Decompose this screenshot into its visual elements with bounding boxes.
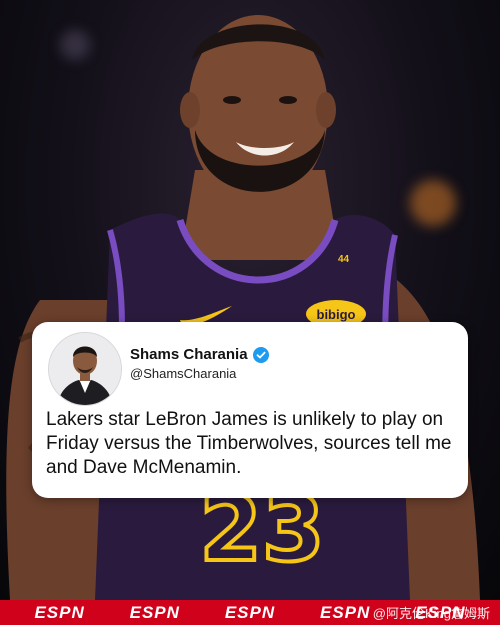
tweet-card: Shams Charania @ShamsCharania Lakers sta… bbox=[32, 322, 468, 498]
player-illustration: bibigo 44 23 bbox=[6, 15, 480, 600]
avatar bbox=[48, 332, 122, 406]
verified-badge-icon bbox=[252, 346, 269, 363]
collar-number: 44 bbox=[338, 254, 350, 265]
watermark: @阿克伦King詹姆斯 bbox=[372, 606, 490, 621]
profile-photo bbox=[49, 333, 121, 405]
sponsor-patch-text: bibigo bbox=[317, 307, 356, 322]
espn-logo: ESPN bbox=[224, 602, 276, 622]
espn-logo: ESPN bbox=[129, 602, 180, 622]
espn-logo: ESPN bbox=[34, 602, 85, 622]
display-name-row: Shams Charania bbox=[130, 346, 269, 363]
user-handle: @ShamsCharania bbox=[130, 366, 237, 381]
player-photo: bibigo 44 23 bbox=[0, 0, 500, 600]
tweet-text: Lakers star LeBron James is unlikely to … bbox=[46, 409, 452, 478]
espn-logo: ESPN bbox=[320, 602, 371, 622]
display-name: Shams Charania bbox=[130, 346, 248, 363]
